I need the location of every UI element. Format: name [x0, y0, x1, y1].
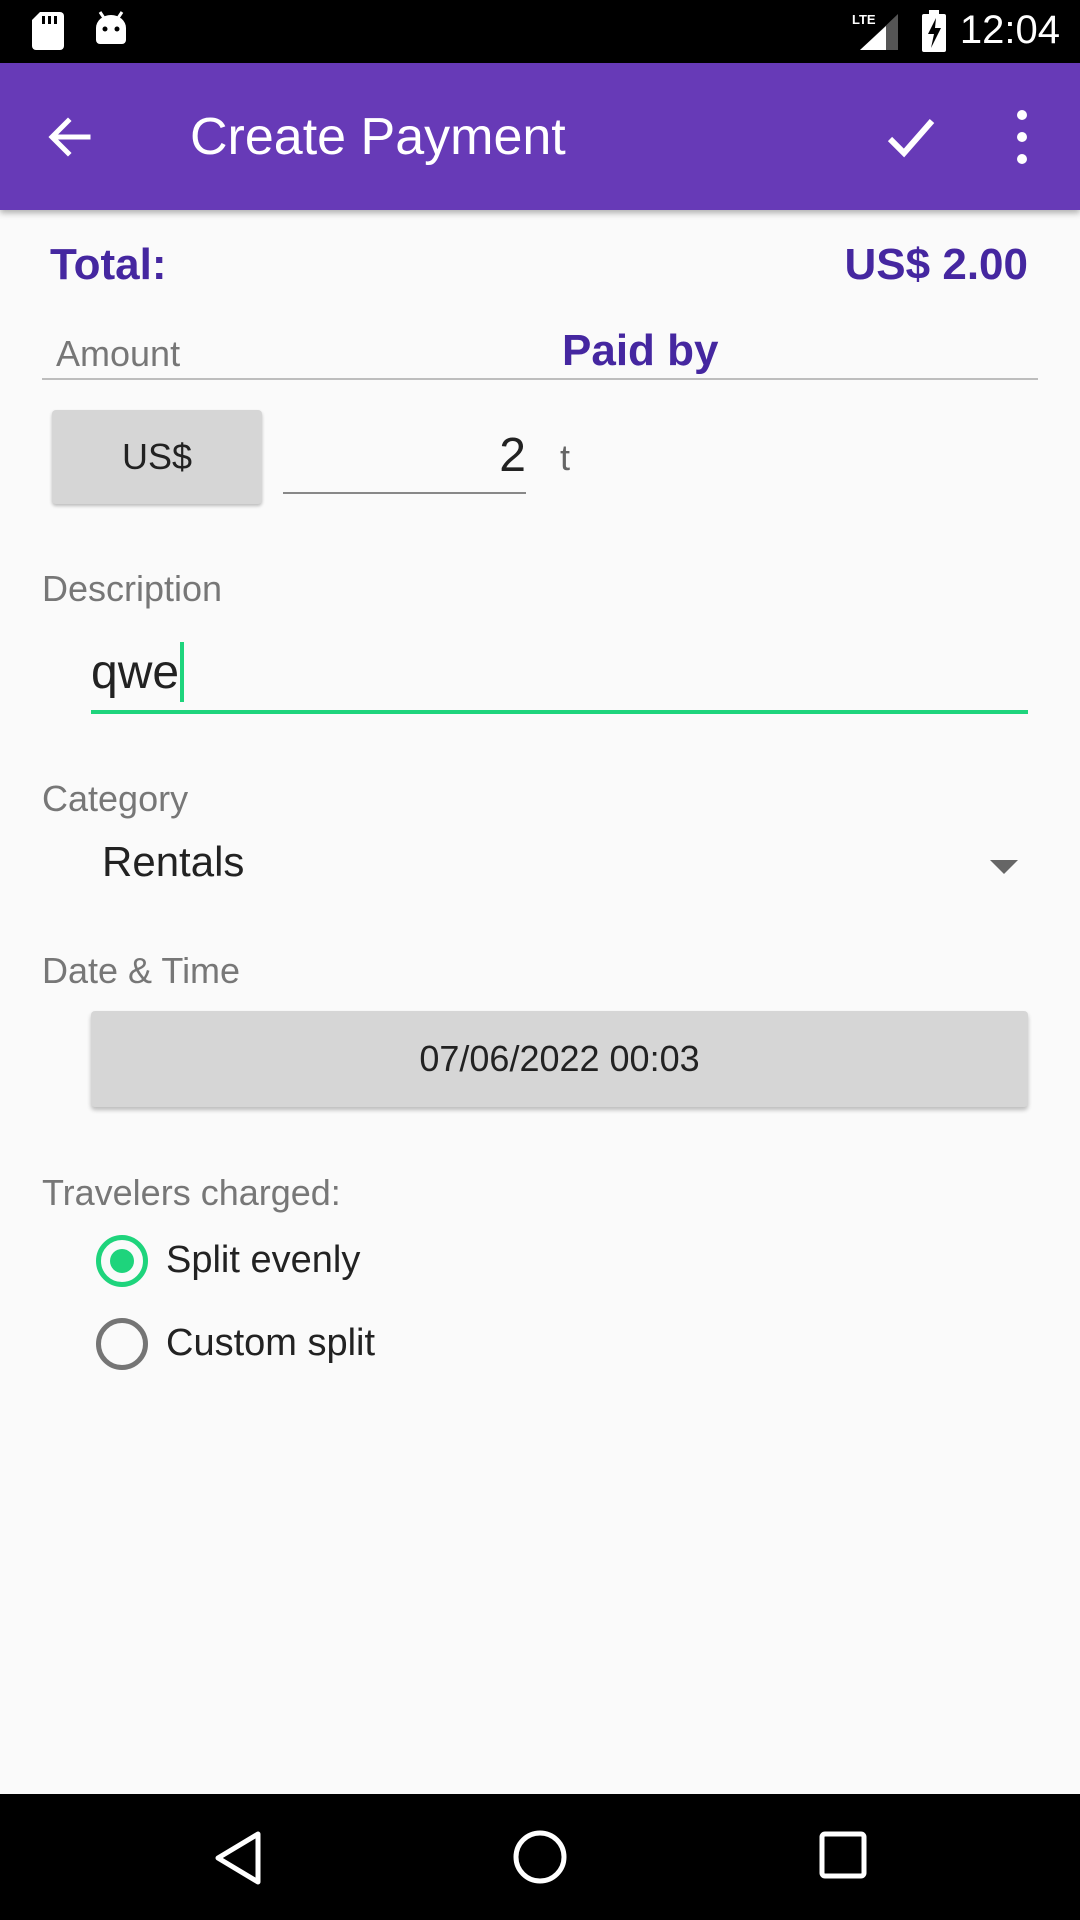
paid-by-label: Paid by: [562, 326, 719, 375]
currency-button[interactable]: US$: [52, 410, 262, 504]
amount-suffix: t: [560, 437, 571, 478]
nav-recents-icon[interactable]: [818, 1830, 868, 1880]
status-time: 12:04: [959, 8, 1060, 52]
dropdown-arrow-icon: [990, 860, 1018, 874]
description-value: qwe: [91, 646, 180, 699]
travelers-label: Travelers charged:: [42, 1172, 341, 1213]
status-bar: LTE 12:04: [0, 0, 1080, 63]
amount-input[interactable]: 2: [283, 418, 526, 494]
total-label: Total:: [50, 240, 167, 289]
amount-label: Amount: [56, 333, 181, 374]
page-title: Create Payment: [190, 108, 566, 166]
system-nav-bar: [0, 1794, 1080, 1920]
radio-label: Split evenly: [166, 1239, 361, 1281]
sd-card-icon: [32, 12, 64, 50]
battery-charging-icon: [922, 10, 946, 52]
radio-unchecked-icon[interactable]: [96, 1318, 148, 1370]
datetime-button[interactable]: 07/06/2022 00:03: [91, 1011, 1028, 1107]
category-label: Category: [42, 778, 189, 819]
divider: [42, 378, 1038, 380]
text-cursor: [180, 642, 185, 703]
checkmark-icon[interactable]: [880, 107, 940, 167]
category-selected-value: Rentals: [102, 838, 245, 885]
nav-home-icon[interactable]: [510, 1827, 570, 1887]
more-vertical-icon[interactable]: [1000, 103, 1044, 171]
total-value: US$ 2.00: [844, 240, 1028, 289]
datetime-label: Date & Time: [42, 950, 241, 991]
nav-back-icon[interactable]: [210, 1828, 266, 1888]
radio-checked-icon[interactable]: [96, 1235, 148, 1287]
app-toolbar: Create Payment: [0, 63, 1080, 210]
back-arrow-icon[interactable]: [40, 107, 100, 167]
android-icon: [96, 11, 126, 44]
lte-signal-icon: LTE: [852, 12, 898, 50]
radio-label: Custom split: [166, 1322, 376, 1364]
network-label: LTE: [852, 12, 876, 27]
description-input[interactable]: qwe: [91, 632, 1028, 714]
category-dropdown[interactable]: Rentals: [102, 838, 1028, 898]
description-label: Description: [42, 568, 223, 609]
